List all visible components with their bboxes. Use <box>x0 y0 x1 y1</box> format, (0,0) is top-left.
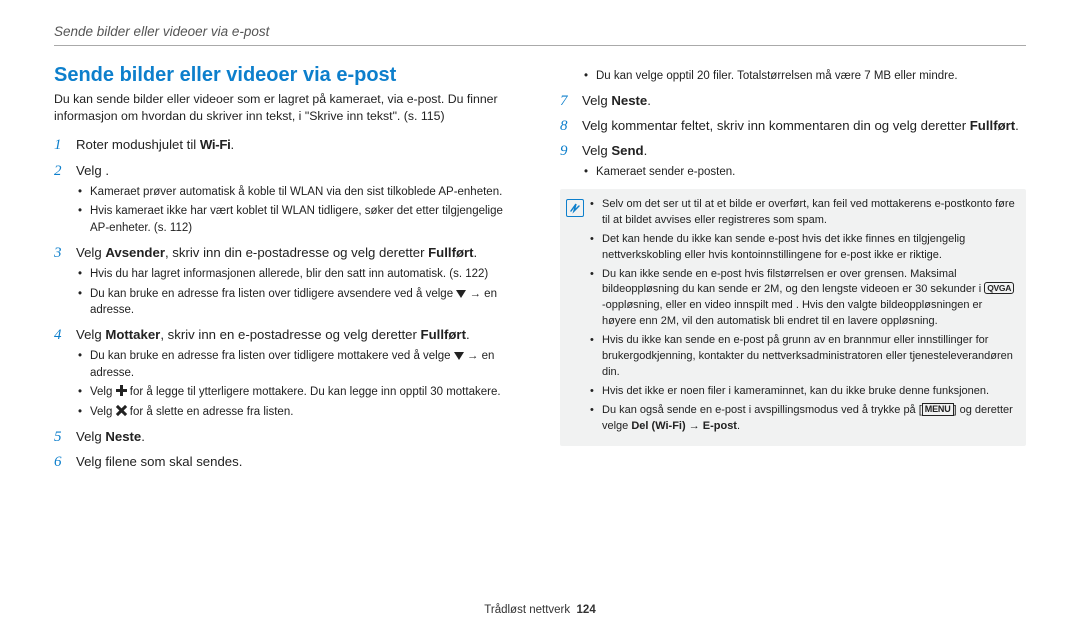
divider <box>54 45 1026 46</box>
note-6: Du kan også sende en e-post i avspilling… <box>588 403 1016 435</box>
step-4: Velg Mottaker, skriv inn en e-postadress… <box>54 325 520 421</box>
step-1: Roter modushjulet til Wi-Fi. <box>54 135 520 154</box>
step-3: Velg Avsender, skriv inn din e-postadres… <box>54 243 520 319</box>
left-column: Sende bilder eller videoer via e-post Du… <box>54 64 520 477</box>
wifi-icon: Wi-Fi <box>200 137 231 152</box>
step-9-sub: Kameraet sender e-posten. <box>582 164 1026 181</box>
steps-right: Velg Neste. Velg kommentar feltet, skriv… <box>560 91 1026 181</box>
footer: Trådløst nettverk 124 <box>0 604 1080 616</box>
step-4-sub-1: Du kan bruke en adresse fra listen over … <box>76 348 520 381</box>
step-6: Velg filene som skal sendes. <box>54 452 520 471</box>
note-5: Hvis det ikke er noen filer i kameraminn… <box>588 384 1016 400</box>
step-6-sub: Du kan velge opptil 20 filer. Totalstørr… <box>582 68 1026 85</box>
step-2: Velg . Kameraet prøver automatisk å kobl… <box>54 161 520 237</box>
step-2-text: Velg . <box>76 163 109 178</box>
qvga-chip-icon: QVGA <box>984 282 1014 294</box>
step-5: Velg Neste. <box>54 427 520 446</box>
menu-chip-icon: MENU <box>922 403 954 416</box>
plus-icon <box>116 385 127 396</box>
step-2-sub-2: Hvis kameraet ikke har vært koblet til W… <box>76 203 520 236</box>
breadcrumb: Sende bilder eller videoer via e-post <box>54 24 1026 39</box>
step-4-sub-2: Velg for å legge til ytterligere mottake… <box>76 384 520 401</box>
section-title: Sende bilder eller videoer via e-post <box>54 64 520 87</box>
step-1-text: Roter modushjulet til <box>76 137 200 152</box>
note-icon <box>566 197 588 438</box>
note-4: Hvis du ikke kan sende en e-post på grun… <box>588 333 1016 381</box>
page-number: 124 <box>577 604 596 616</box>
note-box: Selv om det ser ut til at et bilde er ov… <box>560 189 1026 446</box>
x-icon <box>116 405 127 416</box>
dropdown-icon <box>456 290 466 298</box>
right-column: Du kan velge opptil 20 filer. Totalstørr… <box>560 64 1026 477</box>
step-7: Velg Neste. <box>560 91 1026 110</box>
intro-text: Du kan sende bilder eller videoer som er… <box>54 91 520 125</box>
note-3: Du kan ikke sende en e-post hvis filstør… <box>588 267 1016 331</box>
note-2: Det kan hende du ikke kan sende e-post h… <box>588 232 1016 264</box>
step-3-sub-2: Du kan bruke en adresse fra listen over … <box>76 286 520 319</box>
step-4-sub-3: Velg for å slette en adresse fra listen. <box>76 404 520 421</box>
dropdown-icon <box>454 352 464 360</box>
note-1: Selv om det ser ut til at et bilde er ov… <box>588 197 1016 229</box>
step-2-sub-1: Kameraet prøver automatisk å koble til W… <box>76 184 520 201</box>
steps-left: Roter modushjulet til Wi-Fi. Velg . Kame… <box>54 135 520 471</box>
footer-label: Trådløst nettverk <box>484 604 570 616</box>
step-9: Velg Send. Kameraet sender e-posten. <box>560 141 1026 181</box>
step-8: Velg kommentar feltet, skriv inn komment… <box>560 116 1026 135</box>
step-3-sub-1: Hvis du har lagret informasjonen allered… <box>76 266 520 283</box>
